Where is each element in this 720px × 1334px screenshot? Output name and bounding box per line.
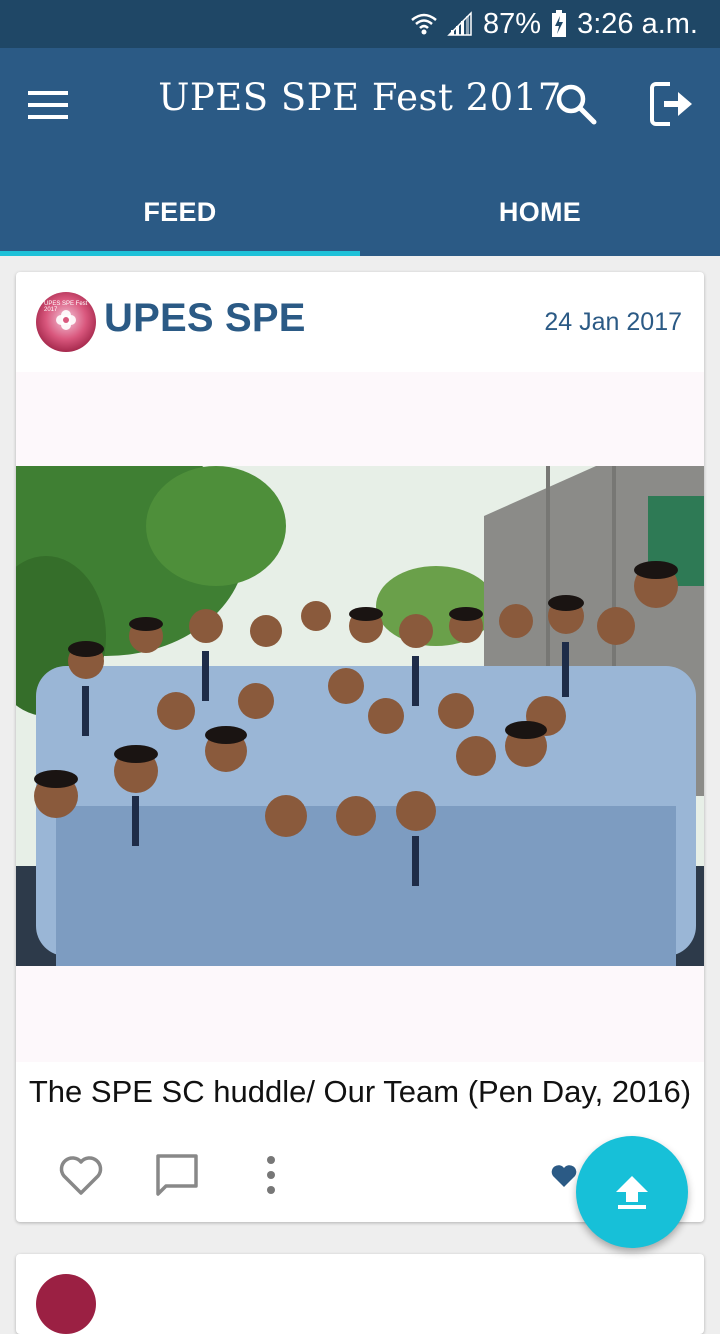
- app-bar: UPES SPE Fest 2017 FEED HOME: [0, 48, 720, 256]
- post-header: UPES SPE Fest 2017 UPES SPE 24 Jan 2017: [16, 272, 704, 372]
- heart-outline-icon[interactable]: [58, 1154, 104, 1196]
- search-icon[interactable]: [552, 80, 600, 128]
- status-bar: 87% 3:26 a.m.: [0, 0, 720, 48]
- heart-filled-icon: [550, 1164, 578, 1188]
- post-photo[interactable]: [16, 466, 704, 966]
- battery-charging-icon: [551, 10, 567, 38]
- next-post-card[interactable]: [16, 1254, 704, 1334]
- logout-icon[interactable]: [644, 78, 696, 130]
- post-image-container: [16, 372, 704, 1062]
- hamburger-menu-icon[interactable]: [26, 82, 72, 128]
- upload-icon: [616, 1176, 648, 1209]
- tab-feed[interactable]: FEED: [0, 168, 360, 256]
- wifi-icon: [411, 11, 437, 37]
- app-title: UPES SPE Fest 2017: [158, 76, 562, 119]
- post-date: 24 Jan 2017: [544, 308, 682, 336]
- post-caption: The SPE SC huddle/ Our Team (Pen Day, 20…: [28, 1074, 692, 1109]
- comment-icon[interactable]: [154, 1152, 200, 1198]
- avatar: [36, 1274, 96, 1334]
- status-time: 3:26 a.m.: [577, 7, 698, 40]
- signal-icon: [447, 11, 473, 37]
- flower-logo-icon: [56, 310, 76, 330]
- avatar[interactable]: UPES SPE Fest 2017: [36, 292, 96, 352]
- battery-percent: 87%: [483, 7, 542, 40]
- post-card: UPES SPE Fest 2017 UPES SPE 24 Jan 2017: [16, 272, 704, 1222]
- upload-button[interactable]: [576, 1136, 688, 1248]
- tab-bar: FEED HOME: [0, 168, 720, 256]
- post-author[interactable]: UPES SPE: [104, 296, 306, 341]
- more-vertical-icon[interactable]: [256, 1152, 286, 1198]
- tab-home[interactable]: HOME: [360, 168, 720, 256]
